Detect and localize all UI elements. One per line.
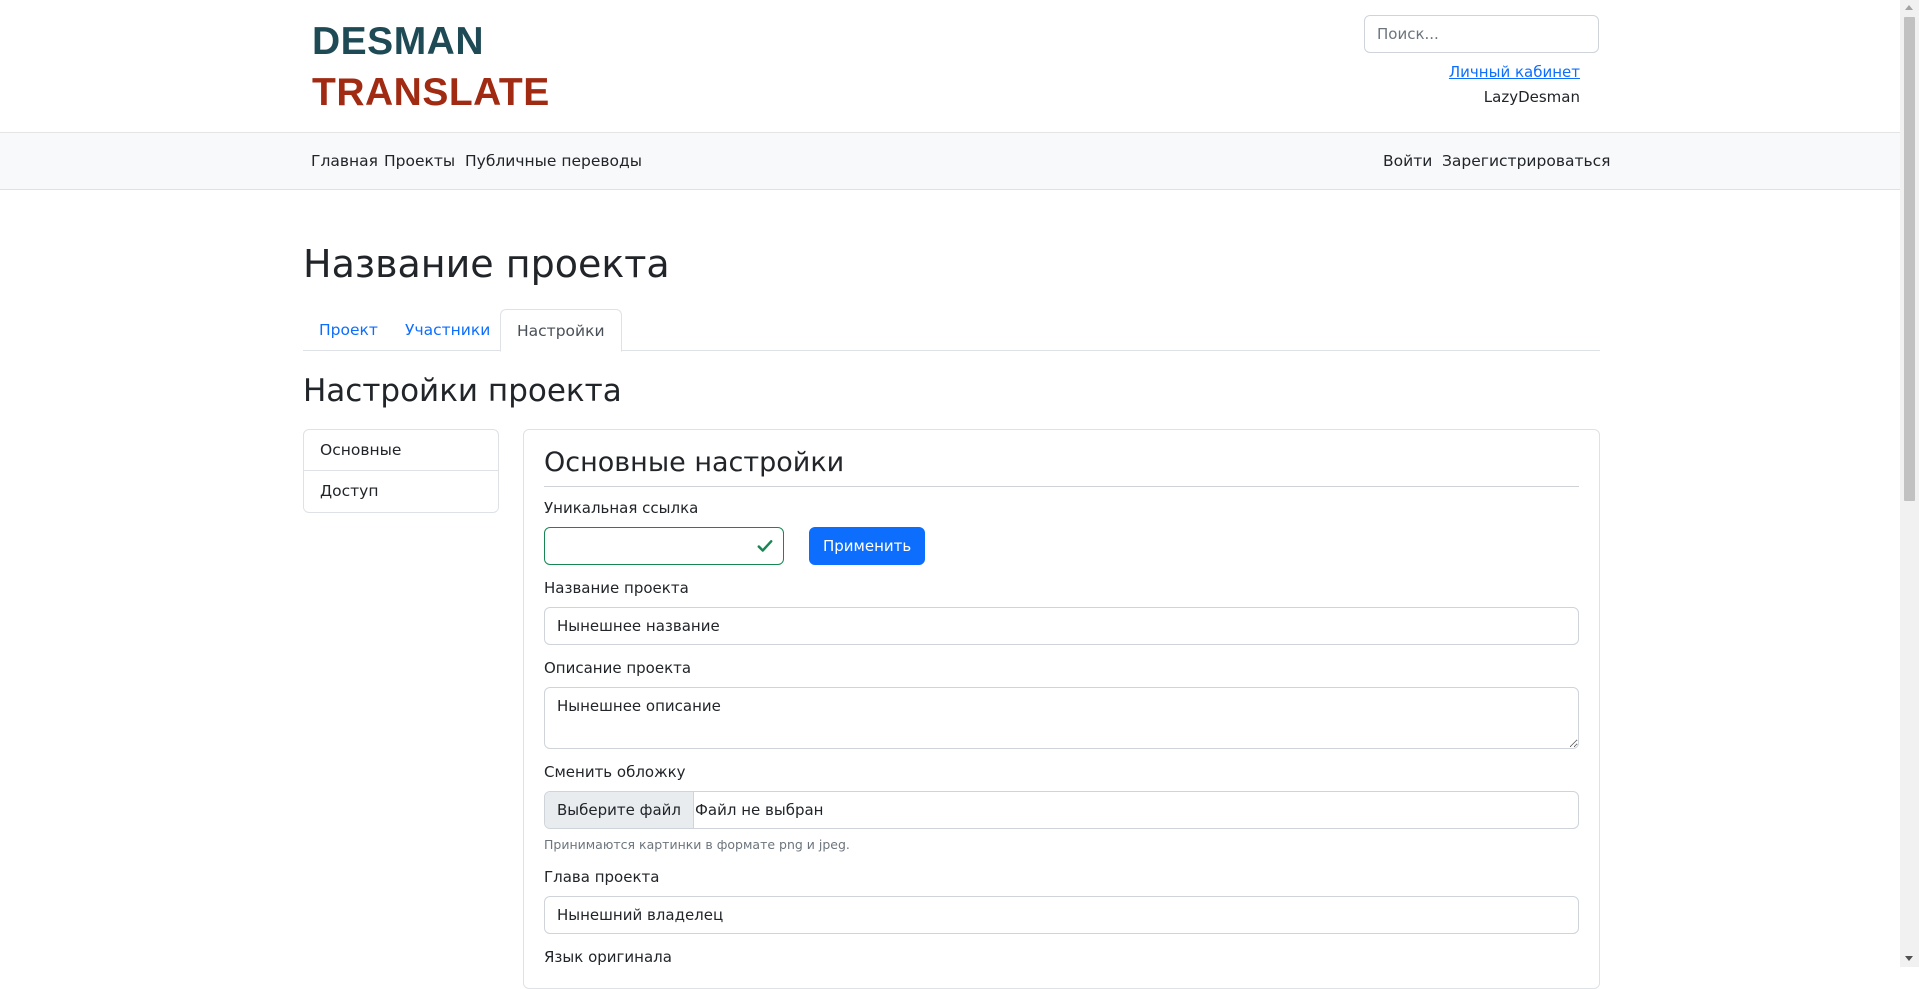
page-scrollbar[interactable] xyxy=(1900,0,1919,967)
nav-link-register[interactable]: Зарегистрироваться xyxy=(1442,152,1610,170)
card-title: Основные настройки xyxy=(544,447,845,478)
check-icon xyxy=(757,540,773,552)
site-header: DESMAN TRANSLATE Личный кабинет LazyDesm… xyxy=(0,0,1900,132)
nav-link-public-translations[interactable]: Публичные переводы xyxy=(465,152,642,170)
main-navbar: Главная Проекты Публичные переводы Войти… xyxy=(0,132,1900,190)
settings-card: Основные настройки Уникальная ссылка При… xyxy=(523,429,1600,989)
section-title: Настройки проекта xyxy=(303,373,622,409)
search-input[interactable] xyxy=(1364,15,1599,53)
project-description-label: Описание проекта xyxy=(544,659,692,677)
file-status-text: Файл не выбран xyxy=(695,801,824,819)
project-tabs: Проект Участники Настройки xyxy=(303,309,1600,352)
project-name-input[interactable] xyxy=(544,607,1579,645)
sidebar-item-access[interactable]: Доступ xyxy=(304,471,498,512)
logo-line-translate[interactable]: TRANSLATE xyxy=(312,73,550,112)
project-description-textarea[interactable]: Нынешнее описание xyxy=(544,687,1579,749)
nav-link-projects[interactable]: Проекты xyxy=(384,152,455,170)
cover-label: Сменить обложку xyxy=(544,763,686,781)
cover-help-text: Принимаются картинки в формате png и jpe… xyxy=(544,837,850,852)
choose-file-button[interactable]: Выберите файл xyxy=(545,792,694,828)
cover-file-input[interactable]: Выберите файл Файл не выбран xyxy=(544,791,1579,829)
scroll-down-arrow-icon[interactable] xyxy=(1905,956,1913,961)
personal-cabinet-link[interactable]: Личный кабинет xyxy=(1449,63,1580,81)
page-title: Название проекта xyxy=(303,242,670,286)
original-language-label: Язык оригинала xyxy=(544,948,672,966)
sidebar-item-general[interactable]: Основные xyxy=(304,430,498,471)
project-name-label: Название проекта xyxy=(544,579,689,597)
card-divider xyxy=(544,486,1579,487)
project-owner-label: Глава проекта xyxy=(544,868,660,886)
apply-button[interactable]: Применить xyxy=(809,527,926,565)
tab-settings[interactable]: Настройки xyxy=(500,309,622,352)
tab-project[interactable]: Проект xyxy=(303,309,394,351)
nav-link-home[interactable]: Главная xyxy=(311,152,378,170)
logo-line-desman[interactable]: DESMAN xyxy=(312,22,484,61)
scroll-up-arrow-icon[interactable] xyxy=(1905,5,1913,10)
settings-sidebar: Основные Доступ xyxy=(303,429,499,513)
tab-members[interactable]: Участники xyxy=(389,309,506,351)
unique-link-label: Уникальная ссылка xyxy=(544,499,699,517)
scroll-thumb[interactable] xyxy=(1904,17,1915,501)
nav-link-login[interactable]: Войти xyxy=(1383,152,1432,170)
project-owner-input[interactable] xyxy=(544,896,1579,934)
username-label: LazyDesman xyxy=(1483,88,1580,106)
unique-link-input[interactable] xyxy=(544,527,784,565)
